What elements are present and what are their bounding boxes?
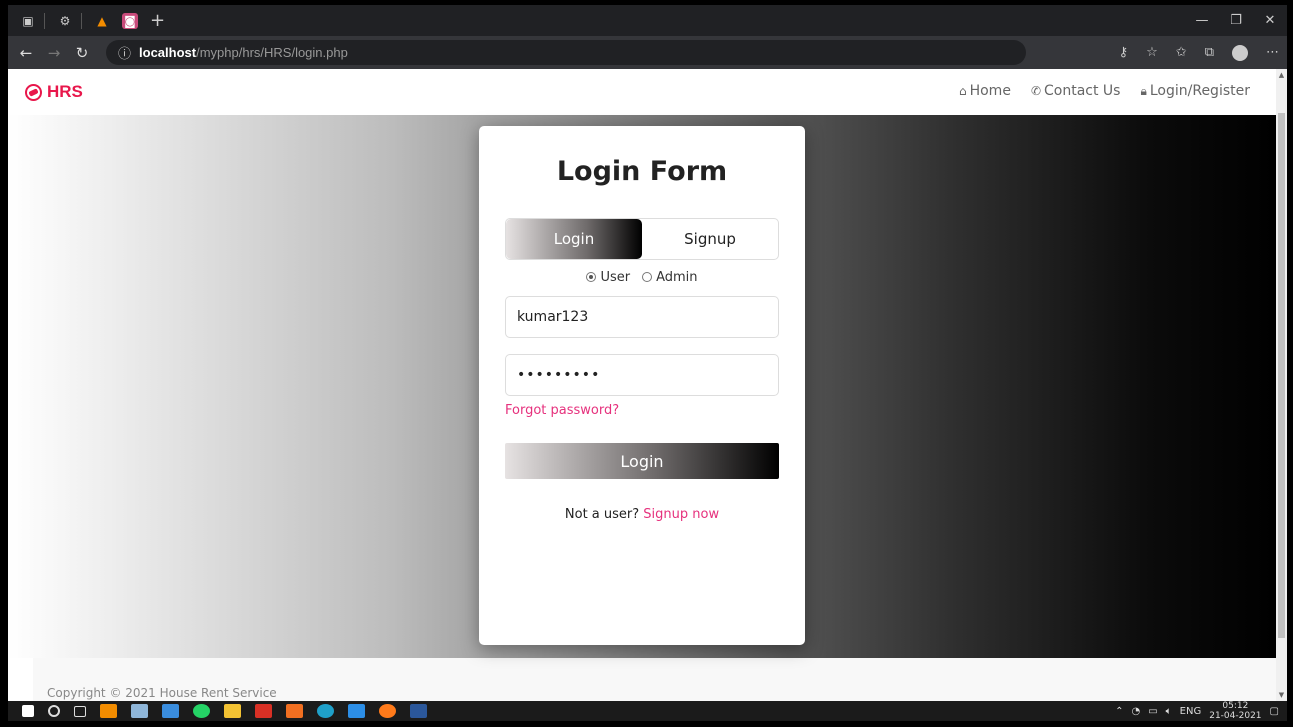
page-scrollbar[interactable]: ▲ ▼ [1276,69,1287,701]
favorites-icon[interactable]: ✩ [1176,45,1187,60]
role-user-label: User [600,270,631,285]
start-icon[interactable] [22,705,34,717]
signup-now-link[interactable]: Signup now [643,507,719,522]
search-icon[interactable] [48,705,60,717]
address-bar-actions: ⚷ ☆ ✩ ⧉ ⋯ [1119,36,1279,69]
vlc-icon[interactable] [100,704,117,718]
nav-link-home-label: Home [969,83,1011,99]
task-view-icon[interactable] [74,705,86,717]
username-field[interactable]: kumar123 [505,296,779,338]
volume-icon[interactable]: 🔈︎ [1166,706,1172,717]
info-icon[interactable]: ⓘ [118,43,131,62]
edge-icon[interactable] [317,704,334,718]
address-bar: ← → ↻ ⓘ localhost /myphp/hrs/HRS/login.p… [8,36,1287,69]
window-controls: — ❐ ✕ [1185,5,1287,36]
role-selector: User Admin [479,270,805,285]
system-tray: ⌃ ◔ ▭ 🔈︎ ENG 05:12 21-04-2021 ▢ [1115,701,1279,721]
clock-date: 21-04-2021 [1209,711,1262,721]
nav-link-login[interactable]: 🔒︎ Login/Register [1140,83,1250,99]
vlc-tab-icon[interactable]: ▲ [94,13,110,29]
admin-radio[interactable] [642,272,653,282]
tab-actions-icon[interactable]: ▣ [20,13,36,29]
nav-link-login-label: Login/Register [1149,83,1250,99]
windows-taskbar: ⌃ ◔ ▭ 🔈︎ ENG 05:12 21-04-2021 ▢ [8,701,1287,721]
copyright-text: Copyright © 2021 House Rent Service [47,686,277,700]
signup-prompt: Not a user? Signup now [479,507,805,522]
whatsapp-icon[interactable] [193,704,210,718]
firefox-icon[interactable] [379,704,396,718]
add-favorite-icon[interactable]: ☆ [1146,45,1158,60]
url-host: localhost [139,45,197,60]
tab-signup[interactable]: Signup [642,219,778,259]
word-icon[interactable] [410,704,427,718]
role-user[interactable]: User [586,270,630,285]
nav-link-contact-label: Contact Us [1044,83,1121,99]
role-admin-label: Admin [656,270,698,285]
nav-link-contact[interactable]: ✆ Contact Us [1031,83,1121,99]
forward-icon[interactable]: → [40,44,68,62]
language-indicator[interactable]: ENG [1180,706,1202,717]
notifications-icon[interactable]: ▢ [1270,706,1279,717]
profile-icon[interactable] [1232,44,1248,61]
nav-link-home[interactable]: ⌂ Home [959,83,1011,99]
collections-icon[interactable]: ⧉ [1205,45,1214,60]
clock[interactable]: 05:12 21-04-2021 [1209,701,1261,721]
notes-icon[interactable] [162,704,179,718]
password-field[interactable]: ••••••••• [505,354,779,396]
vscode-icon[interactable] [348,704,365,718]
browser-tab-bar: ▣ ⚙ ▲ ◙ + — ❐ ✕ [8,5,1287,36]
web-page: HRS ⌂ Home ✆ Contact Us 🔒︎ Login/Register C… [8,69,1276,701]
user-radio[interactable] [586,272,597,282]
login-card: Login Form Login Signup User Admin kumar… [479,126,805,645]
footer: Copyright © 2021 House Rent Service [33,658,1276,701]
hrs-logo-icon [25,83,42,101]
url-path: /myphp/hrs/HRS/login.php [196,45,348,60]
not-user-text: Not a user? [564,507,640,522]
battery-icon[interactable]: ▭ [1148,706,1157,717]
scroll-thumb[interactable] [1278,113,1285,638]
form-title: Login Form [556,156,728,187]
scroll-down-icon[interactable]: ▼ [1276,691,1287,699]
clock-time: 05:12 [1222,701,1249,711]
xampp-icon[interactable] [286,704,303,718]
login-submit-button[interactable]: Login [505,443,779,479]
tab-separator [81,12,82,29]
lock-icon: 🔒︎ [1140,84,1147,98]
home-icon: ⌂ [958,84,967,98]
nav-links: ⌂ Home ✆ Contact Us 🔒︎ Login/Register [959,83,1250,99]
key-icon[interactable]: ⚷ [1119,45,1129,60]
role-admin[interactable]: Admin [642,270,698,285]
tab-separator [44,12,45,29]
new-tab-icon[interactable]: + [150,11,165,29]
file-explorer-icon[interactable] [224,704,241,718]
phone-icon: ✆ [1030,84,1041,98]
paint-icon[interactable] [131,704,148,718]
xampp-tab-icon[interactable]: ◙ [122,12,138,29]
back-icon[interactable]: ← [12,44,40,62]
site-navbar: HRS ⌂ Home ✆ Contact Us 🔒︎ Login/Register [8,69,1276,115]
minimize-icon[interactable]: — [1185,5,1219,36]
url-field[interactable]: ⓘ localhost /myphp/hrs/HRS/login.php [106,40,1026,65]
restore-icon[interactable]: ❐ [1219,5,1253,36]
close-icon[interactable]: ✕ [1253,5,1287,36]
tab-login[interactable]: Login [506,219,642,259]
acrobat-icon[interactable] [255,704,272,718]
forgot-password-link[interactable]: Forgot password? [505,403,619,418]
brand-logo[interactable]: HRS [25,82,83,102]
screen: ▣ ⚙ ▲ ◙ + — ❐ ✕ ← → ↻ ⓘ localhost /myphp… [8,5,1287,721]
login-signup-toggle: Login Signup [505,218,779,260]
tray-expand-icon[interactable]: ⌃ [1115,706,1123,717]
refresh-icon[interactable]: ↻ [68,44,96,62]
more-icon[interactable]: ⋯ [1266,45,1279,60]
network-icon[interactable]: ◔ [1131,706,1140,717]
scroll-up-icon[interactable]: ▲ [1276,71,1287,79]
brand-name: HRS [47,82,83,101]
settings-tab-icon[interactable]: ⚙ [57,13,73,29]
